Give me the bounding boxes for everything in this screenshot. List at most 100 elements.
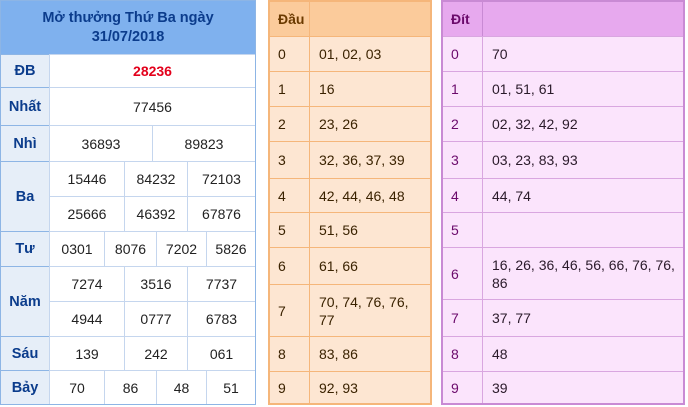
dau-key: 5 [278,222,286,238]
prize-fourth-value: 0301 [49,231,104,266]
dit-row: 4 44, 74 [443,178,683,212]
dit-key: 4 [451,187,459,204]
prize-first-value: 77456 [49,87,255,125]
dau-key: 2 [278,116,286,132]
dit-value: 37, 77 [482,300,683,336]
dau-table: Đầu 0 01, 02, 03 1 16 2 23, 26 3 32, 36,… [268,0,432,405]
dit-value: 44, 74 [482,179,683,212]
dit-value: 39 [482,372,683,403]
dau-key: 0 [278,46,286,62]
dit-value: 02, 32, 42, 92 [482,107,683,141]
prize-seventh-value: 86 [104,370,156,404]
dau-value: 23, 26 [309,107,430,141]
dit-value: 70 [482,37,683,71]
dau-value: 51, 56 [309,213,430,247]
dit-key: 0 [451,46,459,62]
dit-header-blank [482,2,683,36]
prize-fifth-value: 3516 [124,266,187,301]
prize-sixth-value: 061 [187,336,255,370]
prize-fifth-value: 7274 [49,266,124,301]
prize-third-value: 67876 [187,196,255,231]
dit-key: 7 [451,310,459,326]
dau-value: 32, 36, 37, 39 [309,142,430,178]
results-header: Mở thưởng Thứ Ba ngày 31/07/2018 [1,1,255,54]
results-title: Mở thưởng Thứ Ba ngày [42,10,214,26]
dit-row: 5 [443,212,683,247]
dit-row: 3 03, 23, 83, 93 [443,141,683,178]
prize-seventh-value: 51 [206,370,255,404]
dau-row: 6 61, 66 [270,247,430,284]
dau-row: 1 16 [270,71,430,106]
results-date: 31/07/2018 [91,29,165,45]
prize-special-value: 28236 [49,54,255,87]
dau-value: 61, 66 [309,248,430,284]
prize-label-ba: Ba [1,161,49,231]
prize-third-value: 72103 [187,161,255,196]
dit-value: 48 [482,337,683,371]
prize-third-value: 46392 [124,196,187,231]
prize-fourth-value: 8076 [104,231,156,266]
dit-row: 8 48 [443,336,683,371]
prize-label-sau: Sáu [1,336,49,370]
dau-header-blank [309,2,430,36]
dit-row: 9 39 [443,371,683,403]
results-table: Mở thưởng Thứ Ba ngày 31/07/2018 ĐB 2823… [0,0,256,405]
dau-key: 8 [278,346,286,362]
dau-row: 4 42, 44, 46, 48 [270,178,430,212]
dit-key: 3 [451,152,459,168]
dau-value: 92, 93 [309,372,430,403]
prize-label-db: ĐB [1,54,49,87]
dit-value [482,213,683,247]
dau-header: Đầu [270,2,430,36]
dit-key: 8 [451,346,459,362]
dau-value: 70, 74, 76, 76, 77 [309,285,430,336]
dau-value: 01, 02, 03 [309,37,430,71]
dau-value: 16 [309,72,430,106]
dau-key: 6 [278,258,286,274]
dit-row: 1 01, 51, 61 [443,71,683,106]
dit-key: 1 [451,81,459,97]
prize-label-tu: Tư [1,231,49,266]
dau-key: 7 [278,302,286,319]
dit-table: Đít 0 70 1 01, 51, 61 2 02, 32, 42, 92 3… [441,0,685,405]
dau-row: 7 70, 74, 76, 76, 77 [270,284,430,336]
prize-fourth-value: 5826 [206,231,255,266]
prize-label-nam: Năm [1,266,49,336]
dit-key: 9 [451,379,459,396]
dau-header-label: Đầu [270,2,309,36]
dau-key: 4 [278,187,286,204]
dau-key: 9 [278,379,286,396]
dit-header: Đít [443,2,683,36]
dit-row: 6 16, 26, 36, 46, 56, 66, 76, 76, 86 [443,247,683,299]
dit-row: 0 70 [443,36,683,71]
prize-label-nhat: Nhất [1,87,49,125]
prize-second-value: 36893 [49,125,152,161]
dit-header-label: Đít [443,2,482,36]
prize-fifth-value: 0777 [124,301,187,336]
dau-value: 42, 44, 46, 48 [309,179,430,212]
prize-label-nhi: Nhì [1,125,49,161]
dit-value: 16, 26, 36, 46, 56, 66, 76, 76, 86 [482,248,683,299]
prize-third-value: 25666 [49,196,124,231]
prize-fifth-value: 7737 [187,266,255,301]
dit-key: 5 [451,222,459,238]
dau-value: 83, 86 [309,337,430,371]
dit-value: 01, 51, 61 [482,72,683,106]
prize-fifth-value: 4944 [49,301,124,336]
prize-third-value: 84232 [124,161,187,196]
dau-row: 8 83, 86 [270,336,430,371]
prize-fifth-value: 6783 [187,301,255,336]
prize-label-bay: Bảy [1,370,49,404]
dit-row: 7 37, 77 [443,299,683,336]
prize-sixth-value: 139 [49,336,124,370]
dit-value: 03, 23, 83, 93 [482,142,683,178]
prize-third-value: 15446 [49,161,124,196]
prize-sixth-value: 242 [124,336,187,370]
dau-row: 2 23, 26 [270,106,430,141]
dau-row: 5 51, 56 [270,212,430,247]
dau-row: 9 92, 93 [270,371,430,403]
dau-key: 3 [278,152,286,168]
prize-second-value: 89823 [152,125,255,161]
prize-seventh-value: 70 [49,370,104,404]
dit-key: 6 [451,265,459,282]
